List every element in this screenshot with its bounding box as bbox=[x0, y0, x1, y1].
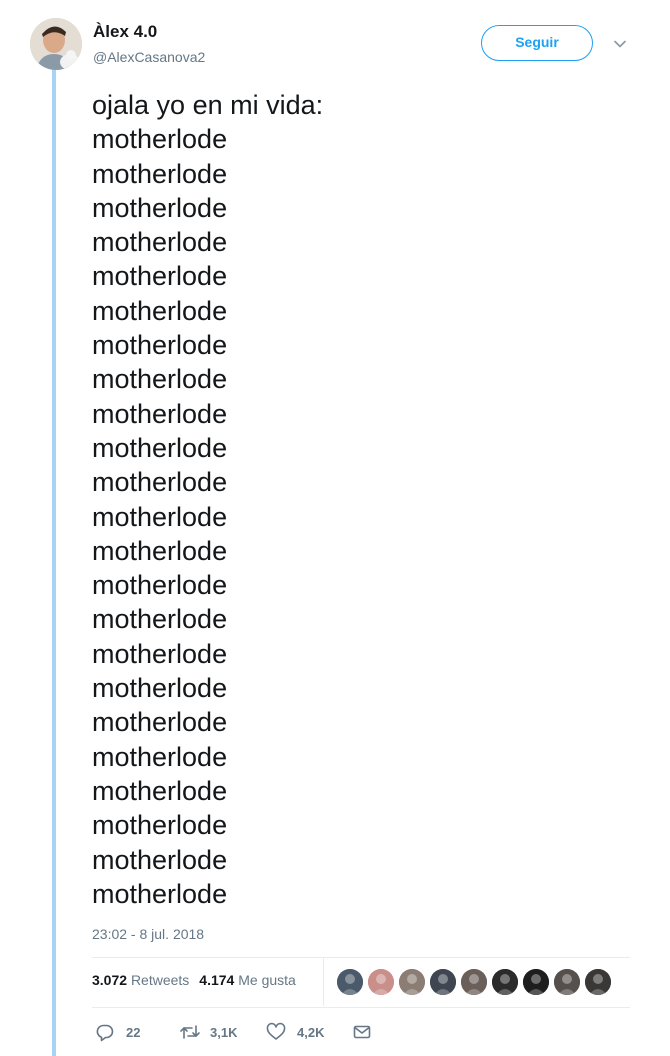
reply-icon bbox=[96, 1024, 114, 1042]
tweet-text-line: motherlode bbox=[92, 638, 228, 669]
tweet-text-line: motherlode bbox=[92, 501, 228, 532]
envelope-icon bbox=[353, 1025, 371, 1039]
user-handle[interactable]: @AlexCasanova2 bbox=[93, 49, 205, 65]
like-count: 4,2K bbox=[297, 1025, 325, 1040]
tweet-text-line: motherlode bbox=[92, 878, 228, 909]
liker-avatar[interactable] bbox=[368, 969, 394, 995]
retweets-label: Retweets bbox=[130, 972, 190, 988]
tweet-text-line: motherlode bbox=[92, 707, 228, 738]
tweet-text: ojala yo en mi vida: motherlode motherlode… bbox=[92, 88, 632, 911]
retweets-count: 3.072 bbox=[92, 972, 128, 988]
thread-line bbox=[52, 66, 56, 1056]
reply-count: 22 bbox=[126, 1025, 141, 1040]
tweet-card: Àlex 4.0 @AlexCasanova2 Seguir ojala yo … bbox=[0, 0, 670, 1056]
liker-avatar[interactable] bbox=[461, 969, 487, 995]
liker-avatar[interactable] bbox=[554, 969, 580, 995]
avatar-photo bbox=[30, 18, 82, 70]
tweet-text-line: motherlode bbox=[92, 432, 228, 463]
heart-icon bbox=[266, 1022, 286, 1040]
tweet-text-line: motherlode bbox=[92, 775, 228, 806]
tweet-text-line: ojala yo en mi vida: bbox=[92, 90, 324, 120]
retweet-count: 3,1K bbox=[210, 1025, 238, 1040]
tweet-text-line: motherlode bbox=[92, 844, 228, 875]
liker-avatar[interactable] bbox=[399, 969, 425, 995]
tweet-text-line: motherlode bbox=[92, 261, 228, 292]
likes-count: 4.174 bbox=[199, 972, 235, 988]
tweet-timestamp[interactable]: 23:02 - 8 jul. 2018 bbox=[92, 926, 204, 942]
divider bbox=[92, 1007, 630, 1008]
tweet-text-line: motherlode bbox=[92, 604, 228, 635]
tweet-text-line: motherlode bbox=[92, 227, 228, 258]
liker-avatar[interactable] bbox=[430, 969, 456, 995]
tweet-text-line: motherlode bbox=[92, 398, 228, 429]
liker-avatar[interactable] bbox=[337, 969, 363, 995]
tweet-text-line: motherlode bbox=[92, 158, 228, 189]
avatar[interactable] bbox=[30, 18, 82, 70]
likes-label: Me gusta bbox=[238, 972, 296, 988]
liker-avatar[interactable] bbox=[585, 969, 611, 995]
tweet-text-line: motherlode bbox=[92, 364, 228, 395]
tweet-text-line: motherlode bbox=[92, 535, 228, 566]
retweet-icon bbox=[180, 1025, 200, 1039]
tweet-text-line: motherlode bbox=[92, 673, 228, 704]
liker-avatar[interactable] bbox=[523, 969, 549, 995]
tweet-text-line: motherlode bbox=[92, 124, 228, 155]
tweet-text-line: motherlode bbox=[92, 330, 228, 361]
tweet-text-line: motherlode bbox=[92, 810, 228, 841]
tweet-text-line: motherlode bbox=[92, 570, 228, 601]
tweet-text-line: motherlode bbox=[92, 467, 228, 498]
retweets-stat[interactable]: 3.072 Retweets bbox=[92, 972, 189, 988]
liker-avatar[interactable] bbox=[492, 969, 518, 995]
display-name[interactable]: Àlex 4.0 bbox=[93, 22, 157, 42]
tweet-text-line: motherlode bbox=[92, 192, 228, 223]
chevron-down-icon[interactable] bbox=[612, 36, 628, 52]
tweet-text-line: motherlode bbox=[92, 741, 228, 772]
engagement-stats: 3.072 Retweets 4.174 Me gusta bbox=[92, 972, 296, 988]
divider bbox=[92, 957, 630, 958]
stats-separator bbox=[323, 958, 324, 1006]
tweet-text-line: motherlode bbox=[92, 295, 228, 326]
follow-button[interactable]: Seguir bbox=[481, 25, 593, 61]
likes-stat[interactable]: 4.174 Me gusta bbox=[199, 972, 296, 988]
